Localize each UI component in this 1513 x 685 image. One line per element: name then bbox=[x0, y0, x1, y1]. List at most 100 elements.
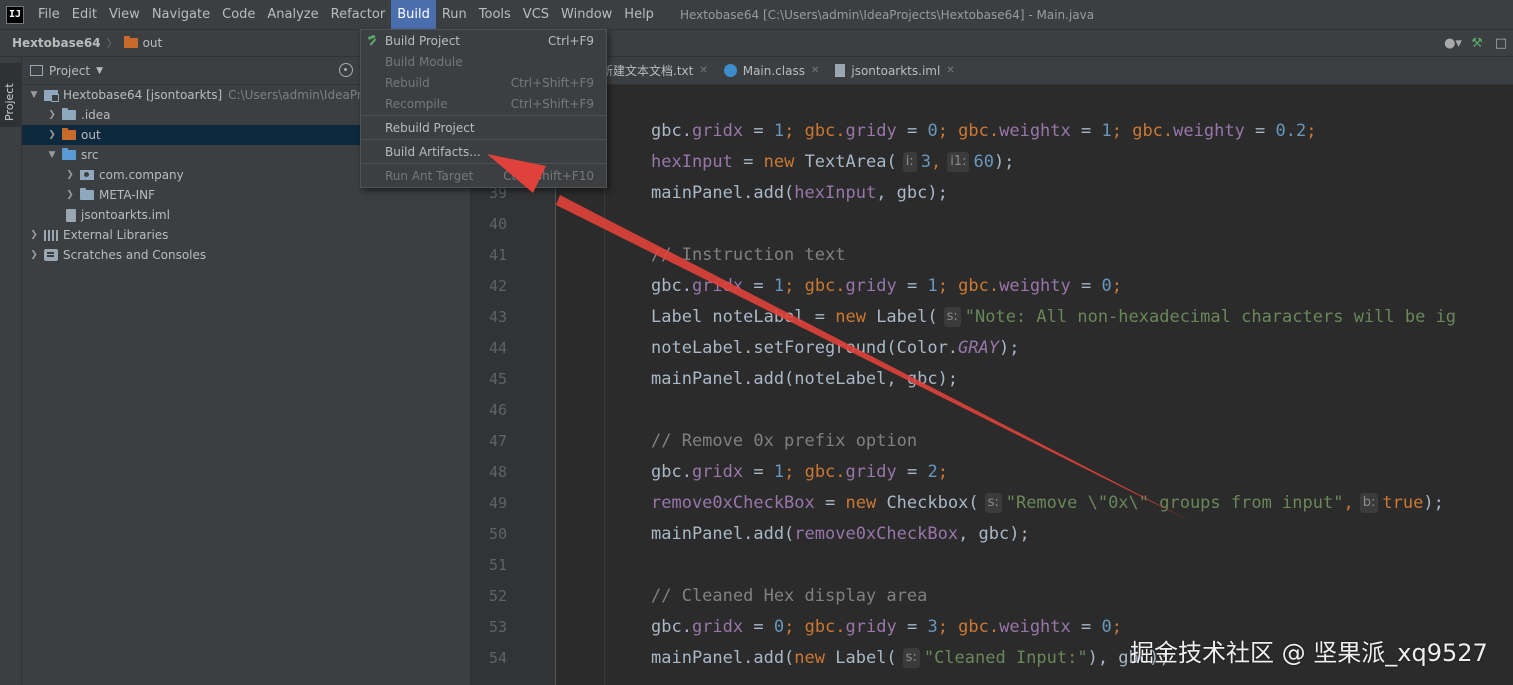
chevron-right-icon[interactable]: ❯ bbox=[46, 130, 58, 140]
tab-jsontoarkts-iml[interactable]: jsontoarkts.iml ✕ bbox=[827, 57, 962, 85]
line-number: 52 bbox=[488, 587, 507, 605]
folder-icon bbox=[123, 36, 138, 48]
code-line[interactable]: Label noteLabel = new Label(s: "Note: All… bbox=[651, 302, 1456, 333]
tree-label: src bbox=[81, 148, 99, 162]
line-number: 46 bbox=[488, 401, 507, 419]
scratches-icon bbox=[44, 249, 58, 261]
chevron-right-icon[interactable]: ❯ bbox=[64, 170, 76, 180]
close-icon[interactable]: ✕ bbox=[811, 65, 819, 76]
code-line[interactable]: hexInput = new TextArea(i: 3, i1: 60); bbox=[651, 147, 1014, 178]
chevron-right-icon[interactable]: ❯ bbox=[28, 230, 40, 240]
tree-label: com.company bbox=[99, 168, 184, 182]
menu-edit[interactable]: Edit bbox=[66, 0, 103, 29]
code-line[interactable]: noteLabel.setForeground(Color.GRAY); bbox=[651, 333, 1019, 364]
tab-label: jsontoarkts.iml bbox=[851, 63, 941, 78]
project-tab-label: Project bbox=[3, 83, 16, 121]
code-line[interactable]: remove0xCheckBox = new Checkbox(s: "Remov… bbox=[651, 488, 1444, 519]
code-line[interactable]: mainPanel.add(new Label(s: "Cleaned Input… bbox=[651, 643, 1169, 674]
menu-refactor[interactable]: Refactor bbox=[325, 0, 392, 29]
menu-build[interactable]: Build bbox=[391, 0, 436, 29]
tree-node-external-libraries[interactable]: ❯ External Libraries bbox=[22, 225, 471, 245]
menu-code[interactable]: Code bbox=[216, 0, 261, 29]
menu-item-shortcut: Ctrl+F9 bbox=[548, 33, 594, 48]
menu-item-label: Rebuild bbox=[385, 75, 430, 90]
run-config-icon[interactable]: □ bbox=[1489, 32, 1513, 54]
menu-item-shortcut: Ctrl+Shift+F9 bbox=[510, 96, 594, 111]
menu-item-label: Build Project bbox=[385, 33, 460, 48]
tab-main-class[interactable]: Main.class ✕ bbox=[716, 57, 828, 85]
breadcrumb-folder[interactable]: out bbox=[143, 36, 163, 50]
menu-run[interactable]: Run bbox=[436, 0, 473, 29]
menu-bar: IJ File Edit View Navigate Code Analyze … bbox=[0, 0, 1513, 29]
line-number: 54 bbox=[488, 649, 507, 667]
tree-label: out bbox=[81, 128, 101, 142]
tab-label: 新建文本文档.txt bbox=[601, 64, 694, 78]
line-number: 48 bbox=[488, 463, 507, 481]
menu-item-build-artifacts[interactable]: Build Artifacts... bbox=[361, 141, 606, 162]
code-line[interactable]: gbc.gridx = 0; gbc.gridy = 3; gbc.weight… bbox=[651, 612, 1122, 643]
menu-file[interactable]: File bbox=[32, 0, 66, 29]
menu-item-build-project[interactable]: Build Project Ctrl+F9 bbox=[361, 30, 606, 51]
chevron-right-icon[interactable]: ❯ bbox=[46, 110, 58, 120]
parameter-hint: s: bbox=[902, 648, 920, 668]
breadcrumb-project[interactable]: Hextobase64 bbox=[12, 36, 101, 50]
intellij-logo-icon: IJ bbox=[6, 5, 24, 24]
close-icon[interactable]: ✕ bbox=[699, 65, 707, 76]
line-number: 49 bbox=[488, 494, 507, 512]
menu-item-label: Recompile bbox=[385, 96, 448, 111]
tree-label: .idea bbox=[81, 108, 111, 122]
menu-separator bbox=[362, 115, 606, 116]
line-number: 50 bbox=[488, 525, 507, 543]
menu-item-label: Run Ant Target bbox=[385, 168, 474, 183]
code-line[interactable]: gbc.gridx = 1; gbc.gridy = 1; gbc.weight… bbox=[651, 271, 1122, 302]
menu-help[interactable]: Help bbox=[618, 0, 660, 29]
line-number: 42 bbox=[488, 277, 507, 295]
menu-item-rebuild: Rebuild Ctrl+Shift+F9 bbox=[361, 72, 606, 93]
code-line[interactable]: gbc.gridx = 1; gbc.gridy = 2; bbox=[651, 457, 948, 488]
menu-item-shortcut: Ctrl+Shift+F10 bbox=[503, 168, 594, 183]
chevron-down-icon[interactable]: ▼ bbox=[28, 90, 40, 100]
window-title: Hextobase64 [C:\Users\admin\IdeaProjects… bbox=[679, 7, 1095, 22]
menu-navigate[interactable]: Navigate bbox=[146, 0, 216, 29]
code-line[interactable]: mainPanel.add(remove0xCheckBox, gbc); bbox=[651, 519, 1030, 550]
menu-analyze[interactable]: Analyze bbox=[261, 0, 324, 29]
code-line[interactable]: mainPanel.add(noteLabel, gbc); bbox=[651, 364, 958, 395]
chevron-down-icon[interactable]: ▼ bbox=[96, 66, 103, 76]
code-line[interactable]: mainPanel.add(hexInput, gbc); bbox=[651, 178, 948, 209]
close-icon[interactable]: ✕ bbox=[946, 65, 954, 76]
menu-item-build-module: Build Module bbox=[361, 51, 606, 72]
tree-node-meta-inf[interactable]: ❯ META-INF bbox=[22, 185, 471, 205]
chevron-right-icon[interactable]: ❯ bbox=[64, 190, 76, 200]
parameter-hint: b: bbox=[1359, 493, 1379, 513]
code-line[interactable]: // Instruction text bbox=[651, 240, 845, 271]
chevron-right-icon[interactable]: ❯ bbox=[28, 250, 40, 260]
locate-icon[interactable] bbox=[339, 63, 353, 77]
tree-path: C:\Users\admin\IdeaPr bbox=[228, 88, 362, 102]
menu-item-recompile: Recompile Ctrl+Shift+F9 bbox=[361, 93, 606, 114]
chevron-down-icon[interactable]: ▼ bbox=[46, 150, 58, 160]
tree-node-scratches[interactable]: ❯ Scratches and Consoles bbox=[22, 245, 471, 265]
tree-node-iml[interactable]: jsontoarkts.iml bbox=[22, 205, 471, 225]
menu-item-run-ant-target: Run Ant Target Ctrl+Shift+F10 bbox=[361, 165, 606, 186]
menu-vcs[interactable]: VCS bbox=[517, 0, 555, 29]
user-icon[interactable]: ●▾ bbox=[1441, 32, 1465, 54]
parameter-hint: s: bbox=[984, 493, 1002, 513]
line-number: 44 bbox=[488, 339, 507, 357]
line-number: 41 bbox=[488, 246, 507, 264]
menu-view[interactable]: View bbox=[103, 0, 146, 29]
iml-file-icon bbox=[835, 64, 846, 77]
code-line[interactable]: // Remove 0x prefix option bbox=[651, 426, 917, 457]
menu-window[interactable]: Window bbox=[555, 0, 618, 29]
tab-label: Main.class bbox=[742, 63, 805, 78]
code-line[interactable]: gbc.gridx = 1; gbc.gridy = 0; gbc.weight… bbox=[651, 116, 1317, 147]
menu-tools[interactable]: Tools bbox=[473, 0, 517, 29]
project-view-selector[interactable]: Project bbox=[49, 64, 90, 78]
module-icon bbox=[44, 89, 59, 102]
code-line[interactable]: // Cleaned Hex display area bbox=[651, 581, 927, 612]
menu-item-rebuild-project[interactable]: Rebuild Project bbox=[361, 117, 606, 138]
parameter-hint: i1: bbox=[947, 152, 970, 172]
line-number: 51 bbox=[488, 556, 507, 574]
build-hammer-icon[interactable]: ⚒ bbox=[1465, 32, 1489, 54]
project-tool-tab[interactable]: Project bbox=[0, 63, 22, 127]
line-number: 53 bbox=[488, 618, 507, 636]
